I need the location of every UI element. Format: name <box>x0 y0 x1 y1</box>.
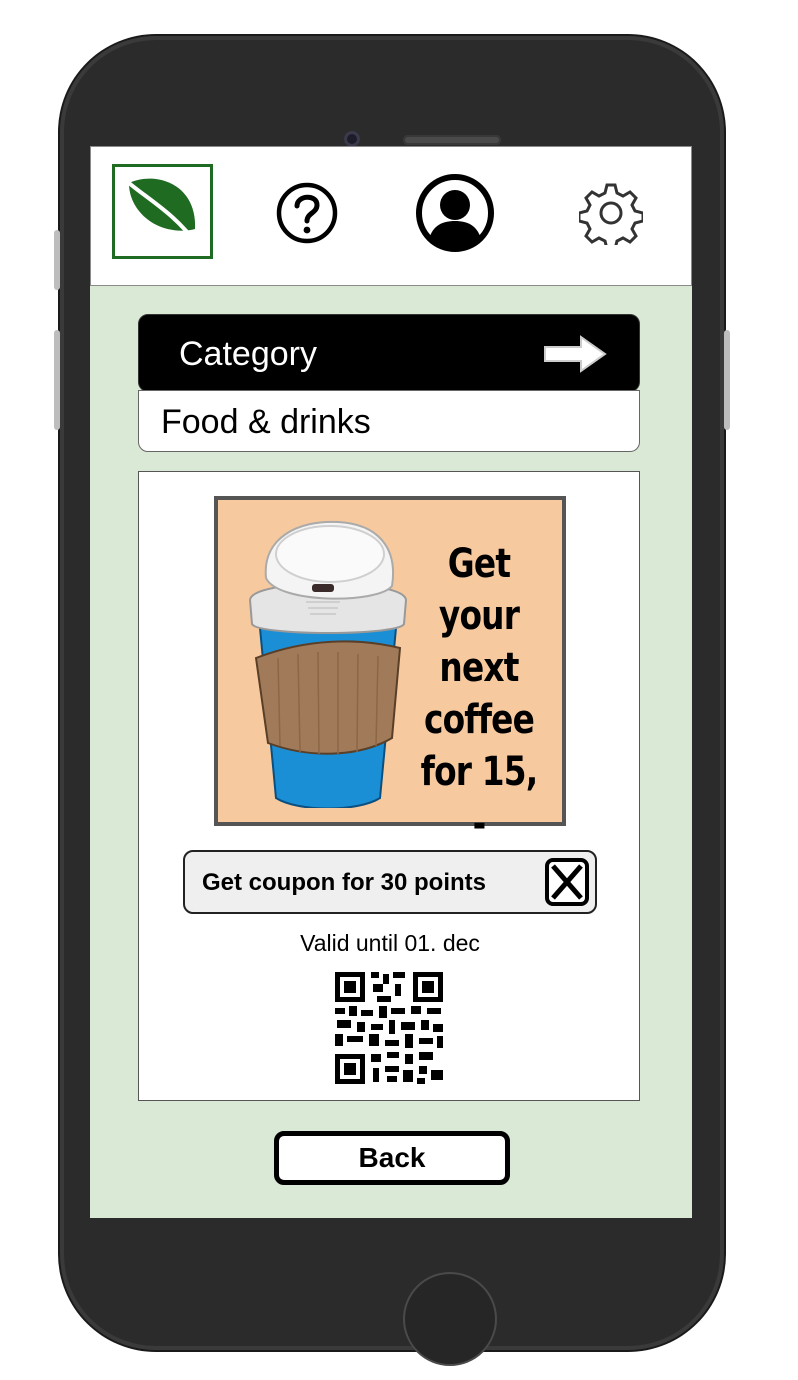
home-button[interactable] <box>403 1272 497 1366</box>
side-button <box>54 230 60 290</box>
qr-code <box>333 970 445 1086</box>
selected-category-label: Food & drinks <box>161 403 371 441</box>
earpiece-speaker <box>403 135 501 145</box>
arrow-right-icon[interactable] <box>543 335 607 373</box>
promo-line: for 15, - <box>420 749 539 847</box>
front-camera <box>344 131 360 147</box>
app-screen: Category Food & drinks Get your next cof… <box>90 146 692 1218</box>
get-coupon-button[interactable]: Get coupon for 30 points <box>183 850 597 914</box>
promo-line: coffee <box>423 697 535 743</box>
promo-image: Get your next coffee for 15, - <box>214 496 566 847</box>
user-icon[interactable] <box>415 171 495 255</box>
top-navigation-bar <box>90 146 692 286</box>
leaf-icon <box>127 178 199 247</box>
category-bar[interactable]: Category <box>138 314 640 392</box>
get-coupon-label: Get coupon for 30 points <box>202 869 487 896</box>
question-mark-icon[interactable] <box>275 181 339 245</box>
side-button <box>724 330 730 430</box>
selected-category[interactable]: Food & drinks <box>138 390 640 452</box>
close-icon[interactable] <box>545 858 589 906</box>
offer-card: Get your next coffee for 15, - Get coupo… <box>138 471 640 1101</box>
promo-line: next <box>439 645 519 691</box>
coffee-cup-icon <box>248 520 408 808</box>
app-logo[interactable] <box>112 164 213 259</box>
category-label: Category <box>179 335 317 373</box>
promo-headline: Get your next coffee for 15, - <box>418 538 541 850</box>
side-button <box>54 330 60 430</box>
back-button[interactable]: Back <box>274 1131 510 1185</box>
valid-until-text: Valid until 01. dec <box>300 930 480 956</box>
promo-line: Get your <box>438 541 520 639</box>
gear-icon[interactable] <box>579 181 643 245</box>
back-label: Back <box>358 1142 426 1173</box>
